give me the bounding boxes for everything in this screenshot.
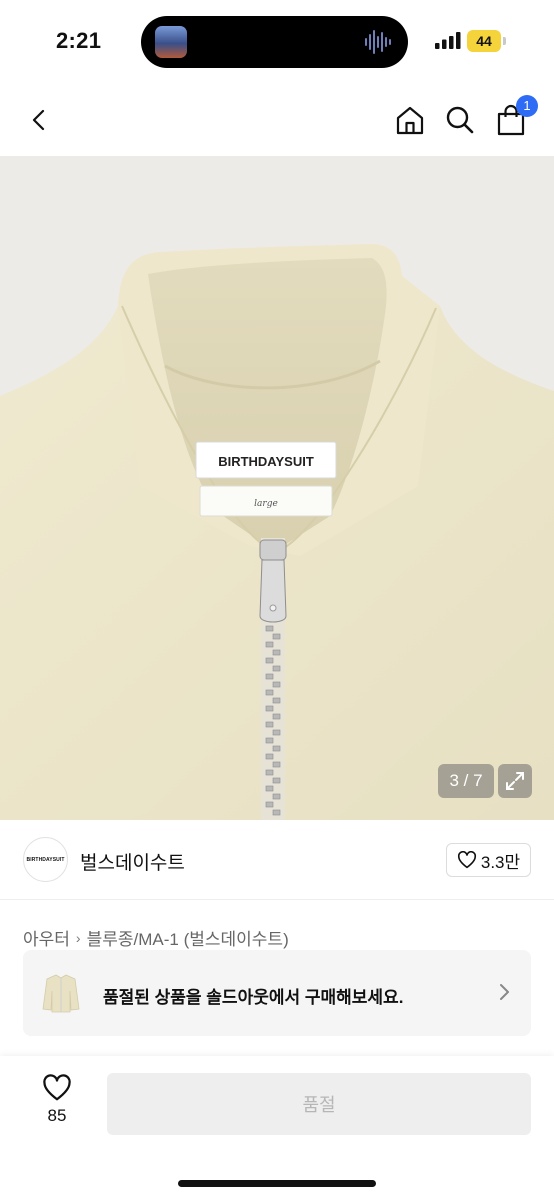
chevron-left-icon <box>32 109 45 131</box>
breadcrumb-subcategory[interactable]: 블루종/MA-1 (벌스데이수트) <box>87 925 289 950</box>
status-bar: 2:21 44 <box>0 0 554 84</box>
expand-icon <box>506 772 524 790</box>
expand-image-button[interactable] <box>498 764 532 798</box>
brand-logo[interactable]: BIRTHDAYSUIT <box>23 837 68 882</box>
home-icon <box>396 106 424 135</box>
cart-count-badge: 1 <box>516 95 538 117</box>
nav-bar: 1 <box>0 84 554 156</box>
brand-name[interactable]: 벌스데이수트 <box>80 848 185 875</box>
soldout-banner[interactable]: 품절된 상품을 솔드아웃에서 구매해보세요. <box>23 950 531 1036</box>
product-image[interactable]: BIRTHDAYSUIT large <box>0 156 554 820</box>
image-counter: 3 / 7 <box>438 764 494 798</box>
cart-button[interactable]: 1 <box>491 95 538 140</box>
battery-indicator: 44 <box>467 30 501 52</box>
heart-icon <box>457 851 476 869</box>
cellular-signal-icon <box>435 32 461 49</box>
soldout-banner-text: 품절된 상품을 솔드아웃에서 구매해보세요. <box>103 988 404 1007</box>
search-icon <box>446 106 474 134</box>
wishlist-count: 85 <box>47 1106 67 1125</box>
jacket-photo: BIRTHDAYSUIT large <box>0 156 554 820</box>
brand-like-button[interactable]: 3.3만 <box>446 843 531 877</box>
home-button[interactable] <box>390 100 430 140</box>
breadcrumb-category[interactable]: 아우터 <box>23 925 70 950</box>
wishlist-button[interactable]: 85 <box>32 1074 82 1134</box>
home-indicator <box>178 1180 376 1187</box>
now-playing-artwork <box>155 26 187 58</box>
brand-row[interactable]: BIRTHDAYSUIT 벌스데이수트 3.3만 <box>0 820 554 900</box>
product-thumbnail <box>37 965 85 1021</box>
soldout-button[interactable]: 품절 <box>107 1073 531 1135</box>
breadcrumb: 아우터 › 블루종/MA-1 (벌스데이수트) <box>23 925 289 950</box>
label-size-text: large <box>254 499 278 509</box>
heart-icon <box>43 1074 71 1101</box>
battery-cap <box>503 37 506 45</box>
breadcrumb-chevron-icon: › <box>75 929 81 946</box>
bottom-action-bar: 85 품절 <box>0 1056 554 1200</box>
back-button[interactable] <box>20 100 60 140</box>
dynamic-island[interactable] <box>141 16 408 68</box>
search-button[interactable] <box>440 100 480 140</box>
chevron-right-icon <box>500 984 509 1000</box>
audio-wave-icon <box>365 30 391 54</box>
label-brand-text: BIRTHDAYSUIT <box>218 454 314 469</box>
status-time: 2:21 <box>56 28 102 53</box>
brand-like-count: 3.3만 <box>480 852 521 872</box>
